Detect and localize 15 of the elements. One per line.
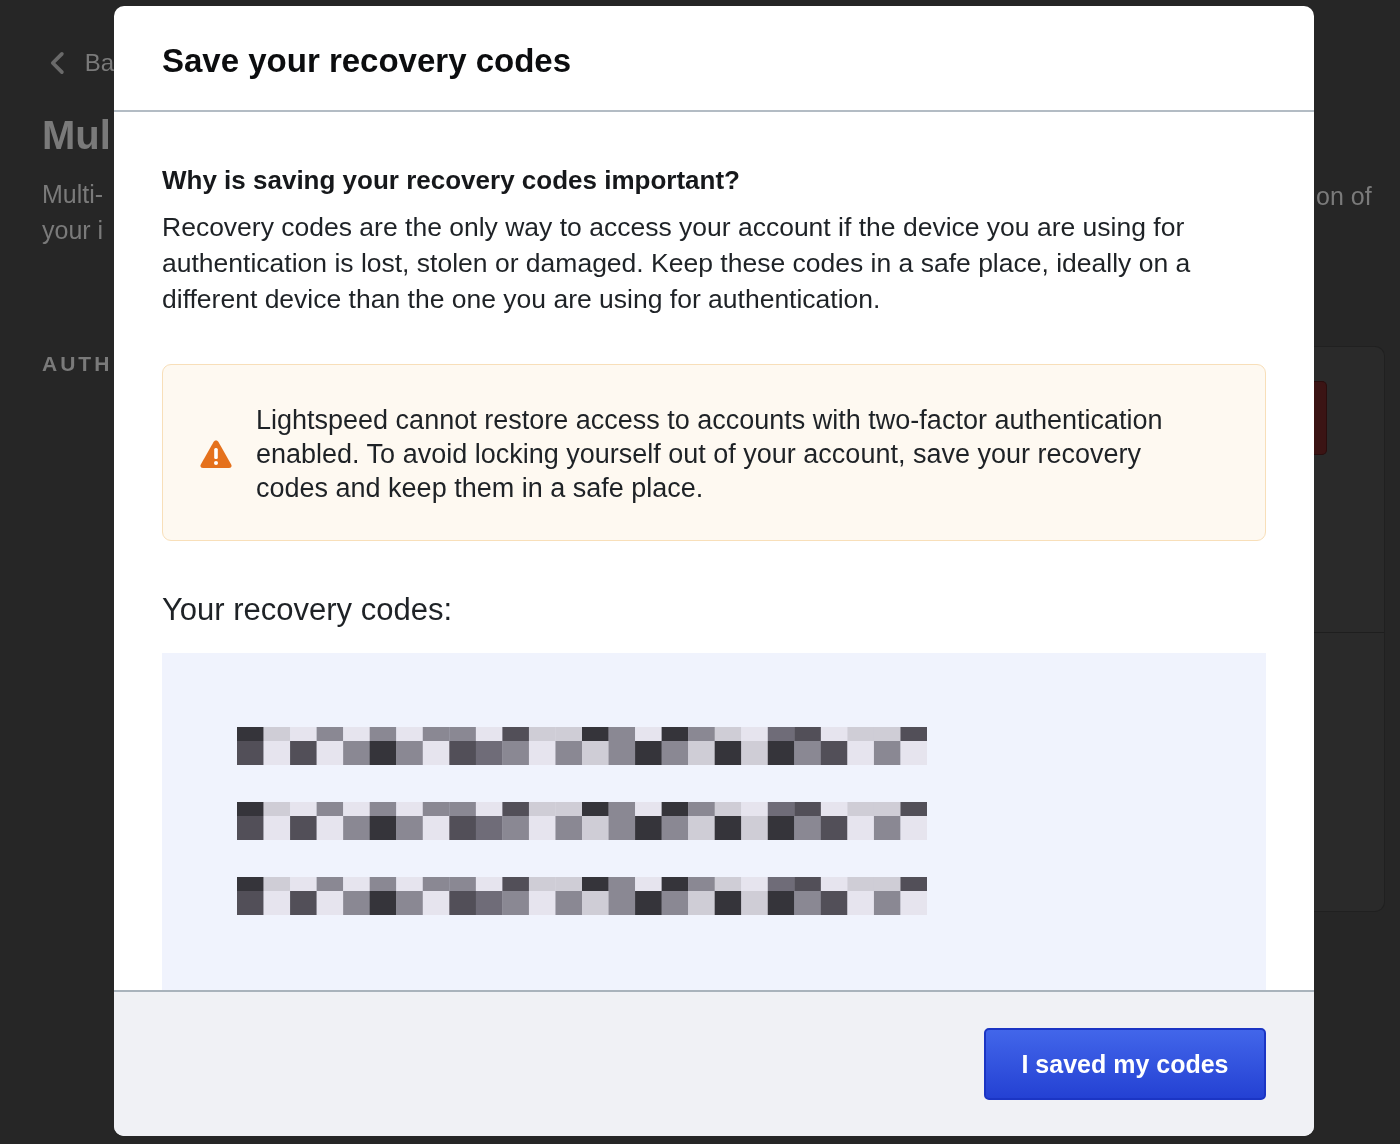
- page-title: Mul: [42, 112, 112, 158]
- description-text: Multi-: [42, 179, 104, 210]
- warning-text: Lightspeed cannot restore access to accounts with two-factor authentication enabled. To avoid locking yourself out of your account, save your recovery codes and keep them in a safe place.: [256, 404, 1164, 505]
- codes-label: Your recovery codes:: [162, 593, 453, 627]
- section-label: AUTH: [42, 352, 114, 376]
- section-heading: Why is saving your recovery codes important?: [162, 164, 741, 196]
- dialog-title: Save your recovery codes: [162, 41, 572, 81]
- warning-icon: [200, 439, 232, 469]
- button[interactable]: [1314, 381, 1327, 455]
- description-text: your i: [42, 215, 104, 246]
- body-text: Recovery codes are the only way to access your account if the device you are using for authentication is lost, stolen or damaged. Keep these codes in a safe place, ideally on a different device than the one you are using for authentication.: [162, 211, 1192, 316]
- back-link[interactable]: Ba: [84, 49, 114, 77]
- chevron-left-icon: [50, 51, 65, 75]
- description-text: on of: [1316, 181, 1372, 212]
- confirm-button[interactable]: I saved my codes: [984, 1028, 1266, 1100]
